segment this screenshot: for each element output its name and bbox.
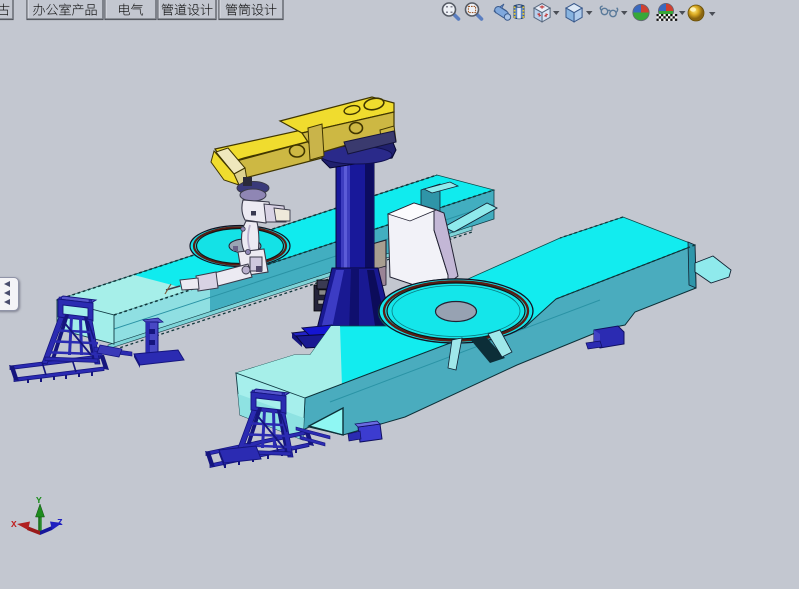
svg-text:Y: Y — [36, 495, 42, 506]
svg-text:Z: Z — [57, 517, 63, 528]
svg-text:X: X — [11, 519, 17, 530]
